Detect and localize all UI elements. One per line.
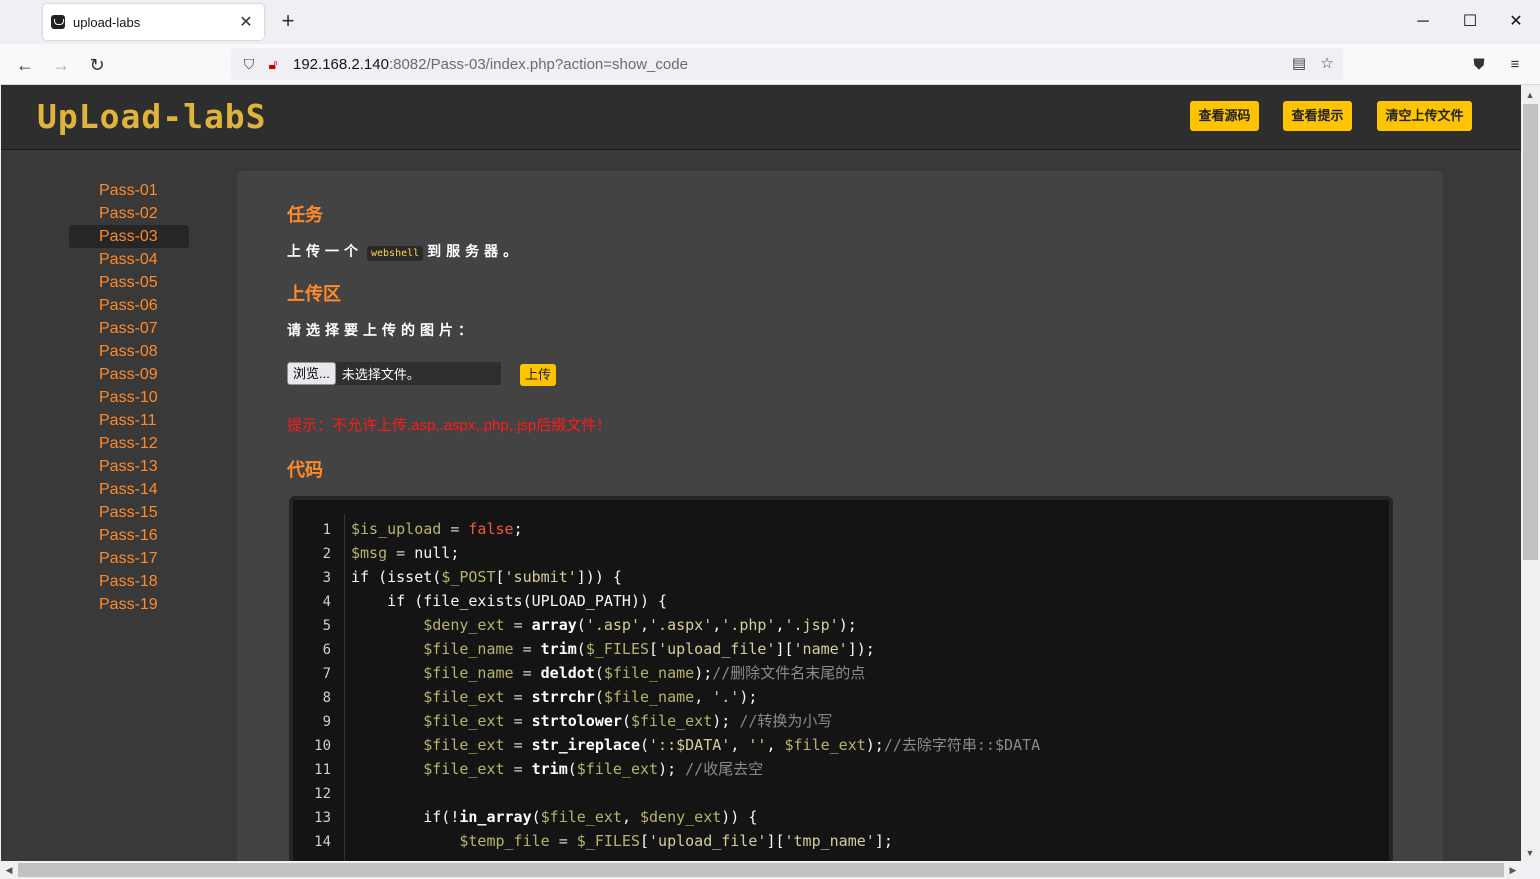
sidebar-item-pass-08[interactable]: Pass-08 xyxy=(69,340,189,363)
scroll-left-arrow-icon[interactable]: ◀ xyxy=(1,862,17,878)
sidebar-item-pass-19[interactable]: Pass-19 xyxy=(69,593,189,616)
vertical-scroll-thumb[interactable] xyxy=(1523,104,1538,560)
code-line: 8 $file_ext = strrchr($file_name, '.'); xyxy=(293,685,1389,709)
line-number: 1 xyxy=(322,522,331,538)
shield-icon[interactable]: ⛉ xyxy=(239,54,259,74)
sidebar-item-pass-10[interactable]: Pass-10 xyxy=(69,386,189,409)
sidebar-item-pass-04[interactable]: Pass-04 xyxy=(69,248,189,271)
tab-bar: upload-labs ✕ + ─ xyxy=(0,0,1540,44)
line-number: 7 xyxy=(322,666,331,682)
pocket-icon[interactable]: ⛊ xyxy=(1468,54,1490,76)
view-source-button[interactable]: 查看源码 xyxy=(1190,101,1259,131)
code-line: 7 $file_name = deldot($file_name);//删除文件… xyxy=(293,661,1389,685)
line-number: 5 xyxy=(322,618,331,634)
line-number: 10 xyxy=(314,738,331,754)
reload-icon[interactable]: ↻ xyxy=(84,52,110,78)
webshell-code: webshell xyxy=(367,246,424,261)
scroll-right-arrow-icon[interactable]: ▶ xyxy=(1505,862,1521,878)
sidebar-item-pass-18[interactable]: Pass-18 xyxy=(69,570,189,593)
line-number: 2 xyxy=(322,546,331,562)
line-number: 3 xyxy=(322,570,331,586)
sidebar-item-pass-09[interactable]: Pass-09 xyxy=(69,363,189,386)
new-tab-button[interactable]: + xyxy=(276,10,300,34)
sidebar-item-pass-17[interactable]: Pass-17 xyxy=(69,547,189,570)
upload-heading: 上传区 xyxy=(287,284,341,304)
view-hint-button[interactable]: 查看提示 xyxy=(1283,101,1352,131)
code-line: 6 $file_name = trim($_FILES['upload_file… xyxy=(293,637,1389,661)
scroll-down-arrow-icon[interactable]: ▼ xyxy=(1522,845,1538,861)
url-path: :8082/Pass-03/index.php?action=show_code xyxy=(388,55,688,73)
task-text-after: 到服务器。 xyxy=(427,243,523,259)
sidebar-item-pass-06[interactable]: Pass-06 xyxy=(69,294,189,317)
site-logo[interactable]: UpLoad-labS xyxy=(37,97,267,136)
url-bar[interactable]: ⛉ 🔓︎ 192.168.2.140:8082/Pass-03/index.ph… xyxy=(231,48,1343,80)
task-description: 上传一个 webshell 到服务器。 xyxy=(287,241,522,261)
line-number: 12 xyxy=(314,786,331,802)
window-minimize-icon[interactable]: ─ xyxy=(1400,8,1446,36)
upload-warning: 提示：不允许上传.asp,.aspx,.php,.jsp后缀文件！ xyxy=(287,417,612,434)
code-line: 4 if (file_exists(UPLOAD_PATH)) { xyxy=(293,589,1389,613)
bookmark-star-icon[interactable]: ☆ xyxy=(1317,54,1337,74)
code-heading: 代码 xyxy=(287,460,323,480)
code-line: 14 $temp_file = $_FILES['upload_file']['… xyxy=(293,829,1389,853)
code-line: 9 $file_ext = strtolower($file_ext); //转… xyxy=(293,709,1389,733)
task-text-before: 上传一个 xyxy=(287,243,363,259)
code-line: 13 if(!in_array($file_ext, $deny_ext)) { xyxy=(293,805,1389,829)
sidebar-item-pass-01[interactable]: Pass-01 xyxy=(69,179,189,202)
code-line: 2 $msg = null; xyxy=(293,541,1389,565)
window-close-icon[interactable]: ✕ xyxy=(1493,8,1539,36)
line-number: 13 xyxy=(314,810,331,826)
back-arrow-icon[interactable]: ← xyxy=(12,52,38,78)
reader-view-icon[interactable]: ▤ xyxy=(1289,54,1309,74)
line-number: 8 xyxy=(322,690,331,706)
line-number: 14 xyxy=(314,834,331,850)
code-line: 1 $is_upload = false; xyxy=(293,517,1389,541)
pass-sidebar: Pass-01 Pass-02 Pass-03 Pass-04 Pass-05 … xyxy=(69,179,189,616)
sidebar-item-pass-14[interactable]: Pass-14 xyxy=(69,478,189,501)
code-line: 5 $deny_ext = array('.asp','.aspx','.php… xyxy=(293,613,1389,637)
task-heading: 任务 xyxy=(287,205,323,225)
line-number: 9 xyxy=(322,714,331,730)
horizontal-scroll-thumb[interactable] xyxy=(18,863,1504,877)
insecure-lock-icon[interactable]: 🔓︎ xyxy=(263,54,283,74)
navigation-bar: ← → ↻ ⛉ 🔓︎ 192.168.2.140:8082/Pass-03/in… xyxy=(0,44,1540,85)
sidebar-item-pass-16[interactable]: Pass-16 xyxy=(69,524,189,547)
browse-button[interactable]: 浏览... xyxy=(287,362,336,385)
url-text[interactable]: 192.168.2.140:8082/Pass-03/index.php?act… xyxy=(293,56,688,73)
sidebar-item-pass-12[interactable]: Pass-12 xyxy=(69,432,189,455)
line-number: 4 xyxy=(322,594,331,610)
sidebar-item-pass-13[interactable]: Pass-13 xyxy=(69,455,189,478)
menu-icon[interactable]: ≡ xyxy=(1504,54,1526,76)
line-number: 11 xyxy=(314,762,331,778)
site-header: UpLoad-labS 查看源码 查看提示 清空上传文件 xyxy=(1,85,1521,150)
code-line: 11 $file_ext = trim($file_ext); //收尾去空 xyxy=(293,757,1389,781)
clear-uploads-button[interactable]: 清空上传文件 xyxy=(1377,101,1472,131)
source-code-block: 1 $is_upload = false; 2 $msg = null; 3 if (… xyxy=(289,496,1393,861)
code-line: 12 xyxy=(293,781,1389,805)
main-content: 任务 上传一个 webshell 到服务器。 上传区 请选择要上传的图片： 浏览..… xyxy=(237,171,1443,861)
line-number: 6 xyxy=(322,642,331,658)
site-favicon-icon xyxy=(51,15,65,29)
url-host: 192.168.2.140 xyxy=(293,55,389,73)
sidebar-item-pass-03[interactable]: Pass-03 xyxy=(69,225,189,248)
file-name-label: 未选择文件。 xyxy=(341,367,420,382)
sidebar-item-pass-11[interactable]: Pass-11 xyxy=(69,409,189,432)
window-maximize-icon[interactable]: ☐ xyxy=(1447,8,1493,36)
tab-title: upload-labs xyxy=(73,14,141,30)
forward-arrow-icon[interactable]: → xyxy=(48,52,74,78)
browser-tab[interactable]: upload-labs ✕ xyxy=(43,4,264,40)
sidebar-item-pass-15[interactable]: Pass-15 xyxy=(69,501,189,524)
upload-submit-button[interactable]: 上传 xyxy=(520,364,557,386)
tab-close-icon[interactable]: ✕ xyxy=(236,12,256,32)
scroll-up-arrow-icon[interactable]: ▲ xyxy=(1522,87,1538,103)
sidebar-item-pass-02[interactable]: Pass-02 xyxy=(69,202,189,225)
sidebar-item-pass-05[interactable]: Pass-05 xyxy=(69,271,189,294)
file-input[interactable]: 浏览... 未选择文件。 xyxy=(287,362,501,385)
code-line: 10 $file_ext = str_ireplace('::$DATA', '… xyxy=(293,733,1389,757)
upload-prompt: 请选择要上传的图片： xyxy=(287,322,477,338)
code-line: 3 if (isset($_POST['submit'])) { xyxy=(293,565,1389,589)
web-page: UpLoad-labS 查看源码 查看提示 清空上传文件 Pass-01 Pas… xyxy=(1,85,1521,861)
sidebar-item-pass-07[interactable]: Pass-07 xyxy=(69,317,189,340)
